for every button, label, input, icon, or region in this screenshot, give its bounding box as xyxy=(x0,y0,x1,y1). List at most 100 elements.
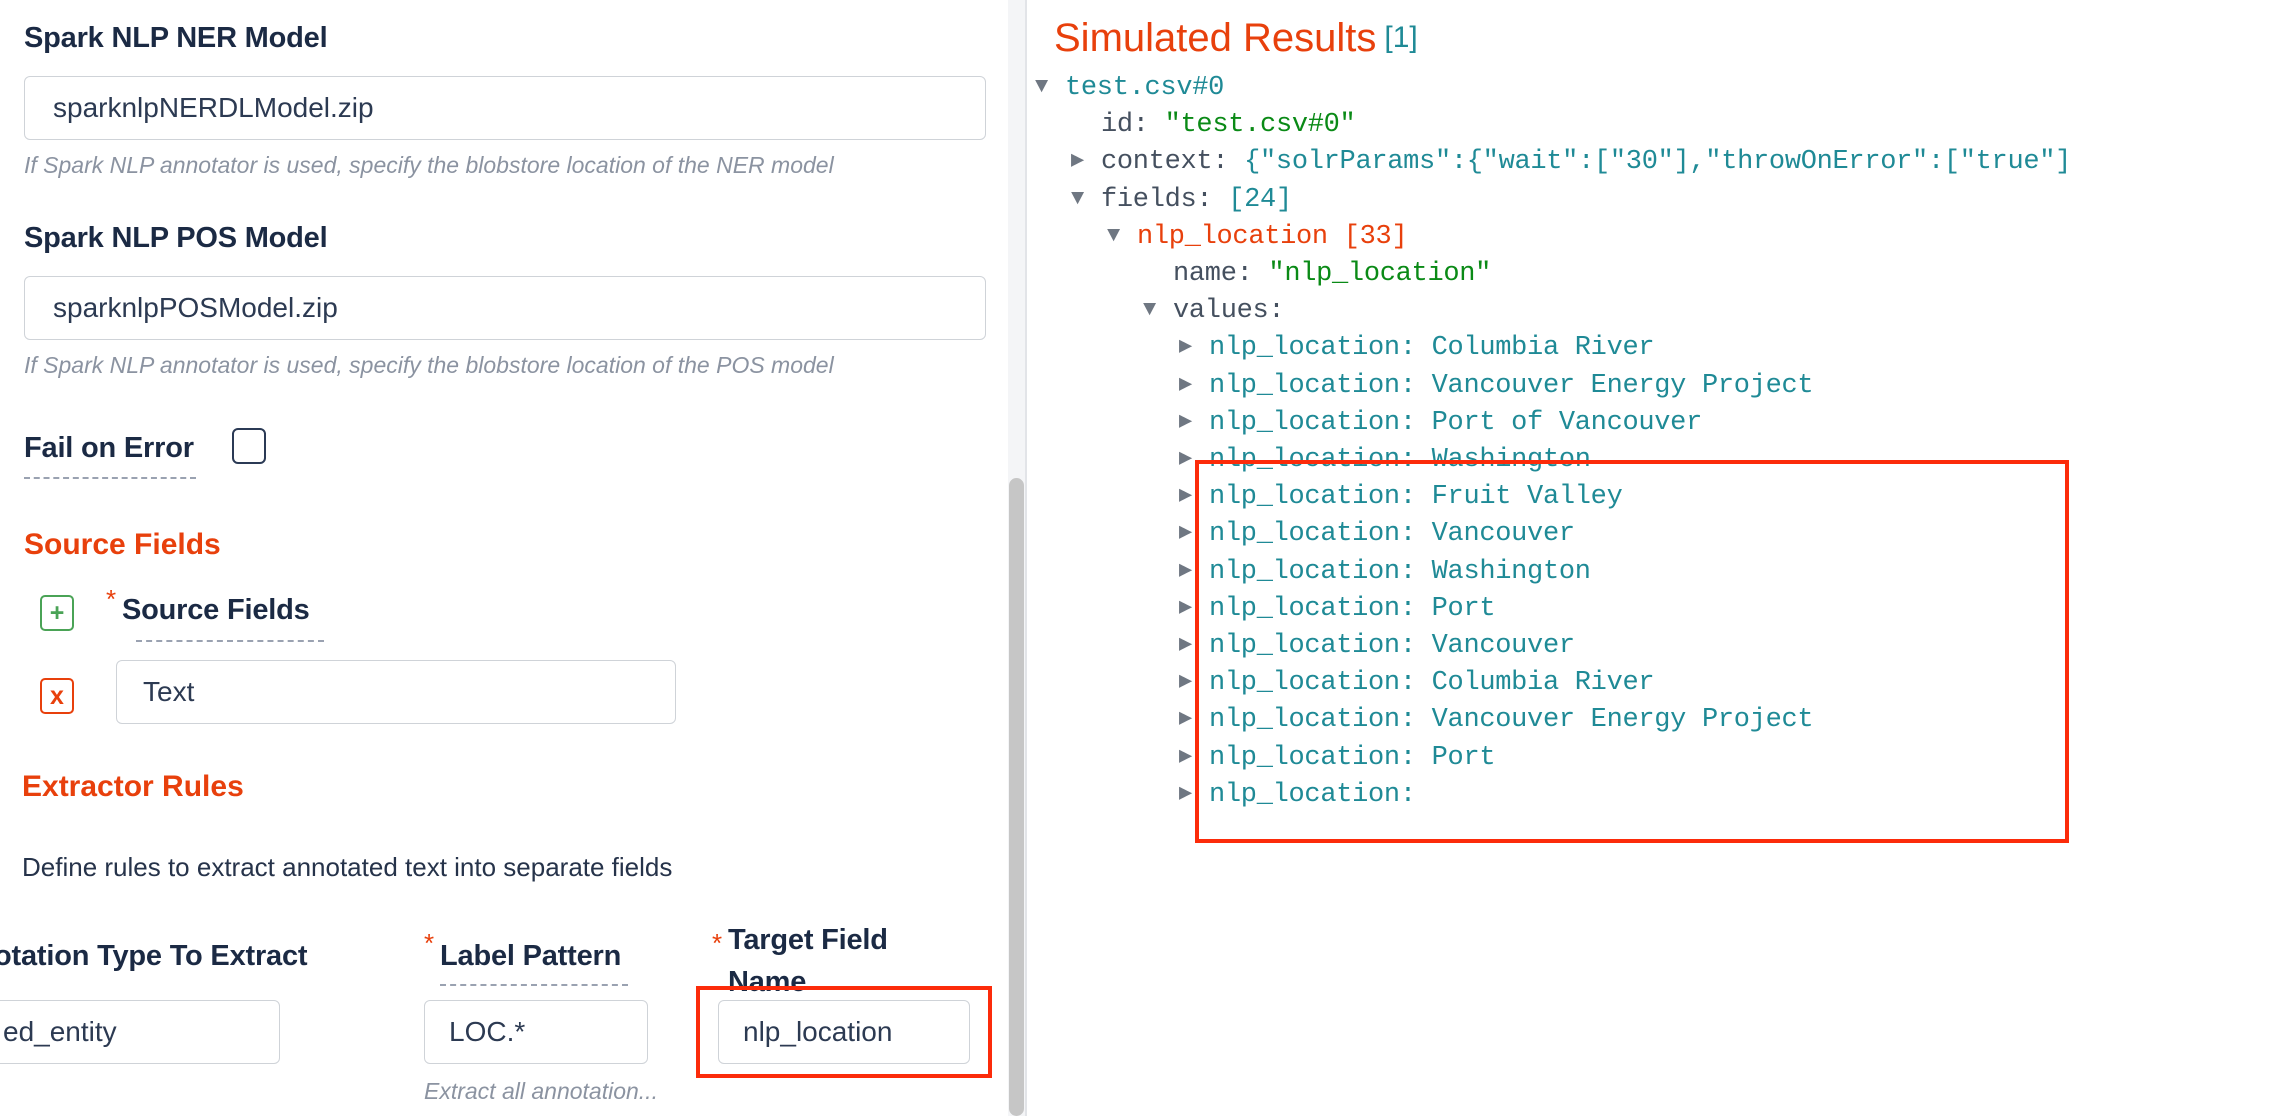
pos-model-help: If Spark NLP annotator is used, specify … xyxy=(24,352,834,378)
tree-row[interactable]: ▶ nlp_location: Fruit Valley xyxy=(1179,482,1623,513)
triangle-right-icon[interactable]: ▶ xyxy=(1179,559,1209,582)
tree-row-text: context: xyxy=(1101,147,1245,178)
triangle-right-icon[interactable]: ▶ xyxy=(1179,671,1209,693)
triangle-right-icon[interactable]: ▶ xyxy=(1179,522,1209,544)
tree-row-text: nlp_location: xyxy=(1209,779,1416,810)
results-title-text: Simulated Results xyxy=(1054,16,1377,60)
triangle-right-icon[interactable]: ▶ xyxy=(1179,410,1209,433)
remove-source-field-icon[interactable]: x xyxy=(40,678,74,714)
triangle-right-icon[interactable]: ▶ xyxy=(1179,596,1209,619)
settings-left-panel: Spark NLP NER Model sparknlpNERDLModel.z… xyxy=(0,0,1008,1116)
tree-row[interactable]: ▶ nlp_location: Vancouver xyxy=(1179,633,1575,660)
tree-row-text: {"solrParams":{"wait":["30"],"throwOnErr… xyxy=(1244,147,2072,178)
tree-row-text: nlp_location: Port of Vancouver xyxy=(1209,407,1702,438)
target-field-name-input[interactable]: nlp_location xyxy=(718,1000,970,1064)
pos-model-input[interactable]: sparknlpPOSModel.zip xyxy=(24,276,986,340)
source-fields-field-label: Source Fields xyxy=(122,594,310,626)
fail-on-error-checkbox[interactable] xyxy=(232,428,266,464)
triangle-right-icon[interactable]: ▶ xyxy=(1179,373,1209,396)
triangle-right-icon[interactable]: ▶ xyxy=(1179,336,1209,358)
pos-model-label: Spark NLP POS Model xyxy=(24,222,328,254)
tree-row[interactable]: ▶ nlp_location: Columbia River xyxy=(1179,668,1655,699)
fail-on-error-label: Fail on Error xyxy=(24,432,194,464)
tree-row-text: nlp_location: Vancouver Energy Project xyxy=(1209,370,1814,401)
app-root: Spark NLP NER Model sparknlpNERDLModel.z… xyxy=(0,0,2276,1116)
tree-row[interactable]: ▶ nlp_location: Washington xyxy=(1179,556,1591,587)
annotation-type-select[interactable]: ed_entity xyxy=(0,1000,280,1064)
extractor-rules-section-title: Extractor Rules xyxy=(22,770,244,803)
tree-row[interactable]: ▶ context: {"solrParams":{"wait":["30"],"… xyxy=(1071,149,2071,176)
settings-form: Spark NLP NER Model sparknlpNERDLModel.z… xyxy=(0,0,1008,1116)
tree-row-text: [24] xyxy=(1228,184,1292,215)
left-panel-scrollbar-track[interactable] xyxy=(1008,0,1025,1116)
triangle-down-icon[interactable]: ▼ xyxy=(1071,187,1101,210)
triangle-right-icon[interactable]: ▶ xyxy=(1071,150,1101,172)
ner-model-input[interactable]: sparknlpNERDLModel.zip xyxy=(24,76,986,140)
tree-row-text: nlp_location: Fruit Valley xyxy=(1209,482,1623,513)
ner-model-label: Spark NLP NER Model xyxy=(24,22,328,54)
triangle-right-icon[interactable]: ▶ xyxy=(1179,745,1209,768)
tree-row-text: id: xyxy=(1101,110,1165,141)
tree-row-text: nlp_location: Port xyxy=(1209,593,1496,624)
triangle-down-icon[interactable]: ▼ xyxy=(1107,224,1137,247)
source-fields-section-title: Source Fields xyxy=(24,528,221,561)
label-pattern-label-underline xyxy=(440,984,628,986)
label-pattern-required-marker: * xyxy=(424,928,435,958)
add-source-field-icon[interactable]: + xyxy=(40,595,74,631)
tree-row[interactable]: ▼ values: xyxy=(1143,296,1285,327)
tree-row[interactable]: ▶ nlp_location: Port xyxy=(1179,593,1496,624)
annotation-type-label: otation Type To Extract xyxy=(0,940,308,972)
fail-on-error-label-underline xyxy=(24,477,196,479)
left-panel-scrollbar-thumb[interactable] xyxy=(1009,478,1024,1116)
label-pattern-label: Label Pattern xyxy=(440,940,622,972)
source-fields-required-marker: * xyxy=(106,584,117,614)
tree-row[interactable]: ▼ nlp_location [33] xyxy=(1107,221,1408,252)
tree-row[interactable]: ▶ nlp_location: Vancouver xyxy=(1179,521,1575,548)
triangle-right-icon[interactable]: ▶ xyxy=(1179,634,1209,656)
tree-row[interactable]: id: "test.csv#0" xyxy=(1071,110,1356,141)
extractor-rules-description: Define rules to extract annotated text i… xyxy=(22,852,673,882)
tree-row-text: "test.csv#0" xyxy=(1164,110,1356,141)
tree-row-text: nlp_location xyxy=(1137,221,1344,252)
triangle-down-icon[interactable]: ▼ xyxy=(1143,299,1173,321)
tree-row-text: nlp_location: Columbia River xyxy=(1209,333,1655,364)
results-count-badge: [1] xyxy=(1384,21,1418,54)
target-field-required-marker: * xyxy=(712,928,723,958)
tree-row[interactable]: ▶ nlp_location: xyxy=(1179,779,1416,810)
tree-row[interactable]: ▶ nlp_location: Port of Vancouver xyxy=(1179,407,1702,438)
tree-row[interactable]: ▶ nlp_location: Vancouver Energy Project xyxy=(1179,370,1814,401)
triangle-right-icon[interactable]: ▶ xyxy=(1179,782,1209,805)
tree-row-text: test.csv#0 xyxy=(1065,73,1225,103)
tree-row-text: values: xyxy=(1173,296,1285,327)
tree-row-text: nlp_location: Washington xyxy=(1209,445,1591,475)
source-fields-label-underline xyxy=(136,640,324,642)
tree-row-text: nlp_location: Washington xyxy=(1209,556,1591,587)
target-field-label-line2: Name xyxy=(728,966,807,998)
source-field-entry-input[interactable]: Text xyxy=(116,660,676,724)
tree-row[interactable]: ▶ nlp_location: Port xyxy=(1179,742,1496,773)
tree-row-text: fields: xyxy=(1101,184,1229,215)
tree-row-text: nlp_location: Vancouver Energy Project xyxy=(1209,705,1814,736)
tree-row[interactable]: ▶ nlp_location: Washington xyxy=(1179,447,1591,474)
ner-model-help: If Spark NLP annotator is used, specify … xyxy=(24,152,834,178)
tree-row-text: nlp_location: Vancouver xyxy=(1209,631,1575,661)
triangle-down-icon[interactable]: ▼ xyxy=(1035,76,1065,98)
triangle-right-icon[interactable]: ▶ xyxy=(1179,708,1209,730)
tree-row-text: name: xyxy=(1173,259,1269,289)
target-field-label-line1: Target Field xyxy=(728,924,888,956)
tree-row-text: nlp_location: Port xyxy=(1209,742,1496,773)
tree-row-text: nlp_location: Columbia River xyxy=(1209,668,1655,699)
tree-row[interactable]: ▼ fields: [24] xyxy=(1071,184,1292,215)
tree-row[interactable]: ▶ nlp_location: Columbia River xyxy=(1179,333,1655,364)
triangle-right-icon[interactable]: ▶ xyxy=(1179,448,1209,470)
tree-row[interactable]: ▶ nlp_location: Vancouver Energy Project xyxy=(1179,705,1814,736)
tree-row[interactable]: name: "nlp_location" xyxy=(1143,261,1491,288)
label-pattern-input[interactable]: LOC.* xyxy=(424,1000,648,1064)
label-pattern-help: Extract all annotation... xyxy=(424,1078,658,1104)
simulated-results-title: Simulated Results [1] xyxy=(1054,16,1418,61)
tree-row-text: [33] xyxy=(1343,221,1408,252)
triangle-right-icon[interactable]: ▶ xyxy=(1179,485,1209,507)
tree-row-text: "nlp_location" xyxy=(1268,259,1492,289)
tree-row[interactable]: ▼ test.csv#0 xyxy=(1035,75,1224,102)
simulated-results-panel: Simulated Results [1] ▼ test.csv#0 id: "tes… xyxy=(1027,0,2276,1116)
